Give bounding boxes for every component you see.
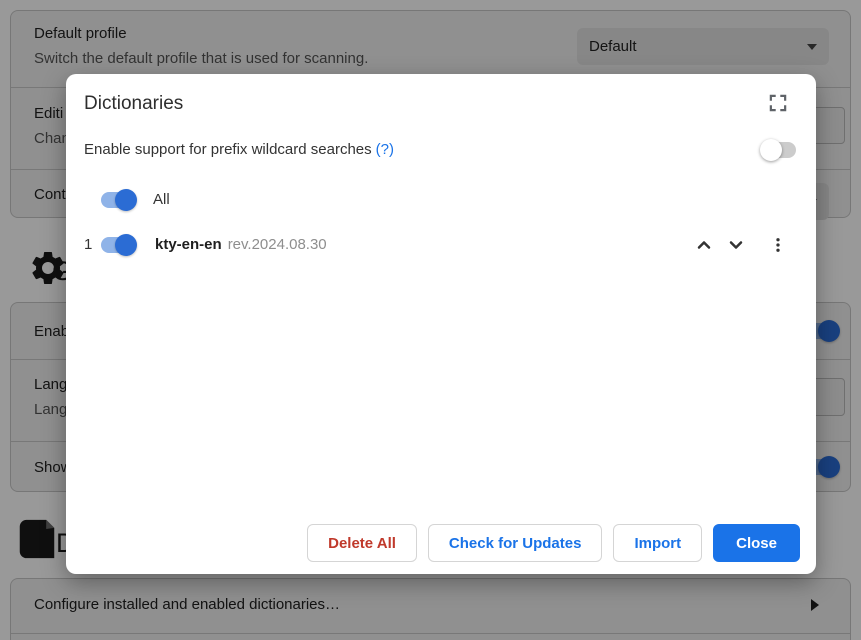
fullscreen-icon [767,92,789,114]
kebab-menu-icon [769,236,787,254]
all-row-label: All [153,188,170,212]
toggle-knob [115,189,137,211]
toggle-knob [115,234,137,256]
help-link[interactable]: (?) [376,141,394,158]
check-for-updates-button[interactable]: Check for Updates [428,524,603,562]
move-up-button[interactable] [692,233,716,257]
all-dictionaries-toggle[interactable] [101,192,135,208]
wildcard-label-text: Enable support for prefix wildcard searc… [84,141,372,158]
wildcard-toggle[interactable] [762,142,796,158]
settings-page: Default profile Switch the default profi… [0,0,861,640]
move-down-button[interactable] [724,233,748,257]
modal-title: Dictionaries [84,91,183,117]
dictionary-index: 1 [84,233,92,257]
fullscreen-button[interactable] [765,90,791,116]
delete-all-button[interactable]: Delete All [307,524,417,562]
close-button[interactable]: Close [713,524,800,562]
dictionary-toggle[interactable] [101,237,135,253]
chevron-up-icon [694,235,714,255]
dictionary-controls [692,233,790,257]
modal-footer: Delete All Check for Updates Import Clos… [307,524,800,562]
wildcard-row-label: Enable support for prefix wildcard searc… [84,138,394,162]
dictionaries-modal: Dictionaries Enable support for prefix w… [66,74,816,574]
dictionary-revision: rev.2024.08.30 [228,236,327,253]
dictionary-name: kty-en-en [155,236,222,253]
toggle-knob [760,139,782,161]
dictionary-row: kty-en-en rev.2024.08.30 [155,233,327,257]
import-button[interactable]: Import [613,524,702,562]
dictionary-menu-button[interactable] [766,233,790,257]
chevron-down-icon [726,235,746,255]
